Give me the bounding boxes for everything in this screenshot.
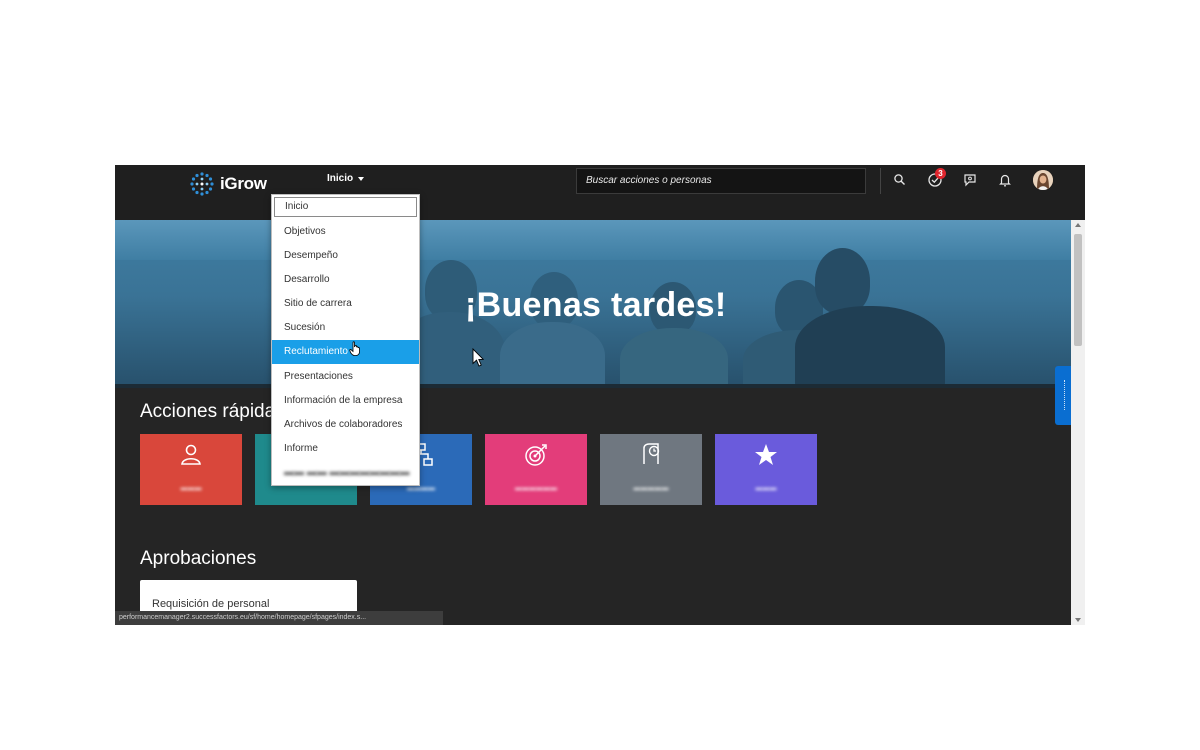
quick-action-tile[interactable]: ▬▬▬ <box>140 434 242 505</box>
divider <box>880 168 881 194</box>
hero-person-body <box>620 328 728 388</box>
menu-item-informe[interactable]: Informe <box>272 437 419 461</box>
menu-item-objetivos[interactable]: Objetivos <box>272 220 419 244</box>
target-icon <box>525 444 547 466</box>
logo[interactable]: iGrow <box>189 171 267 197</box>
hero-bottom-edge <box>115 384 1071 388</box>
menu-item-obscured[interactable]: ▬▬ ▬▬ ▬▬▬▬▬▬▬▬ <box>272 461 419 485</box>
tile-label: ▬▬▬▬▬▬ <box>515 485 557 492</box>
approvals-title: Aprobaciones <box>140 548 257 569</box>
logo-text: iGrow <box>220 174 267 193</box>
hand-pointer-cursor-icon <box>349 341 360 356</box>
scrollbar-thumb[interactable] <box>1074 234 1082 346</box>
hero-background <box>115 220 1071 260</box>
nav-label: Inicio <box>327 173 354 184</box>
nav-dropdown-menu: Inicio Objetivos Desempeño Desarrollo Si… <box>271 194 420 486</box>
menu-item-archivos-colaboradores[interactable]: Archivos de colaboradores <box>272 413 419 437</box>
menu-item-sitio-de-carrera[interactable]: Sitio de carrera <box>272 292 419 316</box>
menu-item-presentaciones[interactable]: Presentaciones <box>272 365 419 389</box>
hero-person-body <box>795 306 945 388</box>
top-navigation-bar: iGrow Inicio Buscar acciones o personas … <box>115 165 1085 220</box>
scroll-up-arrow-icon[interactable] <box>1075 223 1081 227</box>
avatar-photo-icon <box>1033 170 1053 190</box>
user-avatar[interactable] <box>1033 170 1053 190</box>
tile-label: ▬▬▬▬ <box>407 485 435 492</box>
menu-item-desempeno[interactable]: Desempeño <box>272 244 419 268</box>
quick-action-tile[interactable]: ▬▬▬▬▬▬ <box>485 434 587 505</box>
document-clock-icon <box>643 443 660 464</box>
main-nav-dropdown-button[interactable]: Inicio <box>327 173 365 184</box>
star-icon <box>755 444 777 465</box>
tile-label: ▬▬▬ <box>755 485 777 492</box>
page-scrollbar[interactable] <box>1071 220 1085 625</box>
logo-icon <box>190 172 214 196</box>
greeting-heading: ¡Buenas tardes! <box>465 286 727 324</box>
menu-item-sucesion[interactable]: Sucesión <box>272 316 419 340</box>
arrow-cursor-icon <box>472 348 484 367</box>
chat-feedback-icon[interactable] <box>961 171 979 189</box>
approval-card-label: Requisición de personal <box>152 598 270 610</box>
menu-item-reclutamiento[interactable]: Reclutamiento <box>272 340 419 364</box>
hero-person-body <box>500 322 605 388</box>
notification-count-badge: 3 <box>935 168 946 179</box>
menu-item-informacion-empresa[interactable]: Información de la empresa <box>272 389 419 413</box>
hero-person-head <box>815 248 870 314</box>
search-icon[interactable] <box>891 171 909 189</box>
menu-item-desarrollo[interactable]: Desarrollo <box>272 268 419 292</box>
side-tab-grip <box>1064 380 1071 410</box>
quick-action-tile[interactable]: ▬▬▬ <box>715 434 817 505</box>
tile-label: ▬▬▬▬▬ <box>633 485 669 492</box>
scroll-down-arrow-icon[interactable] <box>1075 618 1081 622</box>
tile-label: ▬▬▬ <box>180 485 202 492</box>
browser-status-url: performancemanager2.successfactors.eu/sf… <box>115 611 443 625</box>
quick-actions-title: Acciones rápidas <box>140 401 285 422</box>
bell-icon[interactable] <box>996 171 1014 189</box>
quick-action-tile[interactable]: ▬▬▬▬▬ <box>600 434 702 505</box>
person-icon <box>181 444 201 465</box>
hero-banner: ¡Buenas tardes! <box>115 220 1071 388</box>
menu-item-inicio[interactable]: Inicio <box>274 197 417 217</box>
app-window: iGrow Inicio Buscar acciones o personas … <box>115 165 1085 625</box>
search-input[interactable]: Buscar acciones o personas <box>576 168 866 194</box>
chevron-down-icon <box>358 176 365 181</box>
